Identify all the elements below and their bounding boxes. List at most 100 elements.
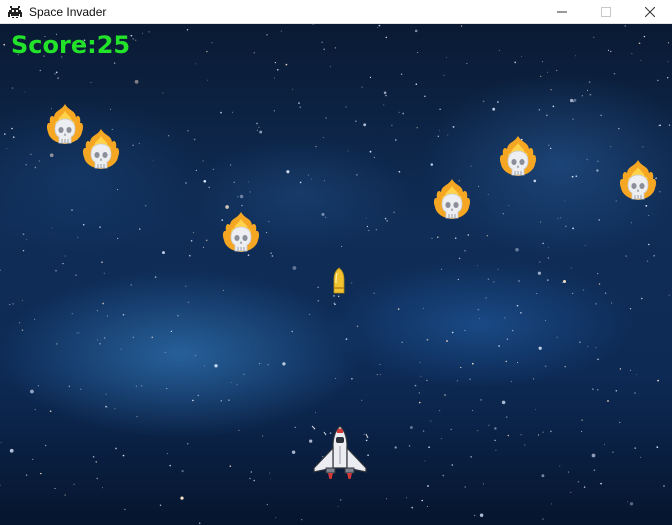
game-canvas[interactable]: Score:25 bbox=[0, 24, 672, 525]
star bbox=[25, 164, 27, 166]
bullet-icon bbox=[333, 267, 345, 294]
star bbox=[134, 79, 139, 84]
star bbox=[548, 144, 550, 146]
star bbox=[493, 281, 495, 283]
star bbox=[369, 76, 372, 79]
star bbox=[505, 416, 508, 418]
star bbox=[619, 368, 622, 370]
star bbox=[443, 74, 445, 76]
star bbox=[597, 160, 599, 162]
star bbox=[667, 61, 669, 63]
star bbox=[132, 336, 134, 338]
star bbox=[162, 251, 165, 255]
star bbox=[451, 464, 454, 466]
star bbox=[188, 254, 191, 257]
star bbox=[464, 250, 466, 252]
star bbox=[307, 174, 309, 176]
star bbox=[583, 486, 586, 488]
star bbox=[220, 400, 222, 402]
star bbox=[625, 255, 627, 257]
enemy-flaming-skull bbox=[433, 178, 471, 220]
star bbox=[154, 276, 157, 278]
star bbox=[574, 55, 577, 57]
star bbox=[203, 246, 205, 248]
star bbox=[640, 59, 642, 61]
star bbox=[96, 310, 98, 312]
star bbox=[607, 49, 610, 51]
star bbox=[321, 212, 325, 216]
player-spaceship bbox=[311, 425, 369, 479]
star bbox=[11, 127, 13, 130]
star bbox=[64, 494, 66, 496]
star bbox=[51, 227, 53, 229]
star bbox=[385, 36, 388, 39]
star bbox=[79, 388, 82, 391]
star bbox=[271, 255, 274, 257]
star bbox=[612, 451, 614, 453]
star bbox=[132, 38, 134, 40]
star bbox=[467, 234, 470, 236]
star bbox=[426, 505, 428, 507]
star bbox=[668, 124, 671, 126]
star bbox=[164, 351, 166, 353]
star bbox=[38, 160, 41, 162]
star bbox=[577, 480, 580, 483]
star bbox=[442, 474, 445, 477]
star bbox=[547, 71, 549, 73]
star bbox=[230, 382, 232, 384]
star bbox=[24, 91, 26, 93]
star bbox=[408, 445, 411, 447]
star bbox=[323, 48, 325, 51]
star bbox=[96, 477, 98, 480]
star bbox=[55, 343, 58, 345]
star bbox=[30, 153, 32, 156]
star bbox=[276, 68, 279, 71]
star bbox=[501, 400, 506, 405]
star bbox=[21, 329, 24, 332]
star bbox=[472, 410, 474, 412]
star bbox=[416, 126, 418, 129]
star bbox=[377, 26, 378, 28]
star bbox=[494, 427, 497, 430]
star bbox=[536, 293, 538, 294]
star bbox=[269, 472, 271, 474]
star bbox=[430, 163, 434, 166]
star bbox=[159, 504, 162, 507]
star bbox=[477, 308, 480, 311]
star bbox=[383, 104, 385, 106]
star bbox=[334, 303, 336, 306]
star bbox=[236, 384, 238, 386]
window-title-bar: Space Invader bbox=[0, 0, 672, 24]
star bbox=[232, 111, 233, 113]
minimize-button[interactable] bbox=[540, 0, 584, 24]
star bbox=[220, 111, 222, 114]
star bbox=[564, 200, 566, 202]
star bbox=[557, 217, 559, 219]
star bbox=[511, 329, 514, 332]
star bbox=[22, 249, 25, 252]
star bbox=[25, 474, 28, 476]
star bbox=[595, 347, 597, 349]
star bbox=[444, 394, 446, 396]
star bbox=[114, 408, 116, 410]
star bbox=[273, 110, 275, 112]
star bbox=[552, 105, 555, 108]
close-button[interactable] bbox=[628, 0, 672, 24]
star bbox=[34, 408, 36, 411]
star bbox=[567, 471, 569, 473]
star bbox=[483, 483, 484, 485]
star bbox=[205, 239, 208, 242]
star bbox=[105, 405, 107, 408]
star bbox=[656, 446, 659, 448]
star bbox=[657, 379, 659, 382]
star bbox=[580, 430, 583, 433]
star bbox=[508, 205, 510, 207]
star bbox=[431, 237, 433, 239]
star bbox=[138, 142, 140, 144]
star bbox=[122, 314, 125, 316]
star bbox=[71, 313, 73, 315]
star bbox=[572, 292, 574, 294]
star bbox=[451, 331, 454, 334]
star bbox=[124, 508, 126, 511]
maximize-button[interactable] bbox=[584, 0, 628, 24]
